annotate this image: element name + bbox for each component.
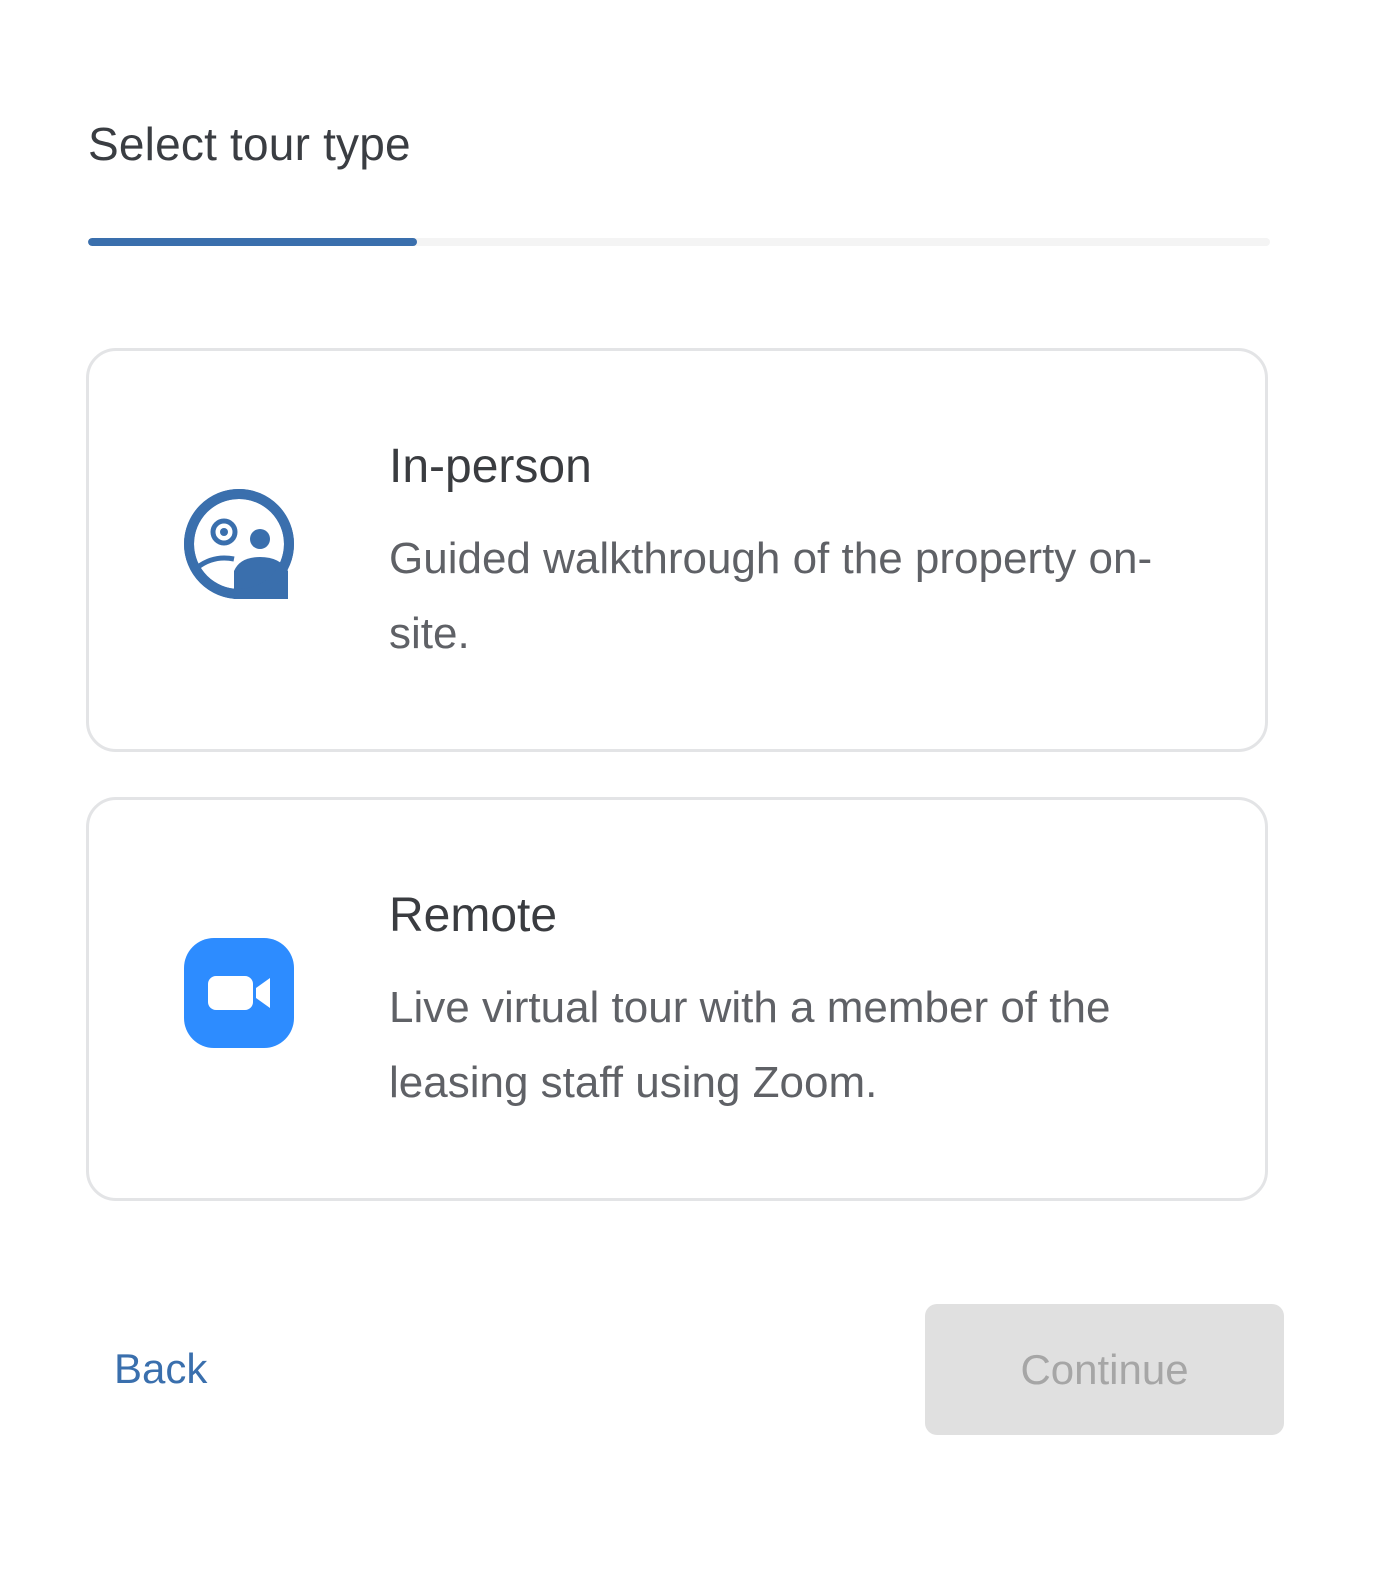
- option-title: Remote: [389, 889, 558, 942]
- continue-button[interactable]: Continue: [925, 1304, 1284, 1435]
- tour-option-in-person[interactable]: In-person Guided walkthrough of the prop…: [86, 348, 1268, 752]
- in-person-tour-icon: [184, 489, 294, 599]
- option-title: In-person: [389, 440, 592, 493]
- page-title: Select tour type: [88, 118, 411, 170]
- tour-type-page: Select tour type In-person Guided walkth…: [0, 0, 1378, 1591]
- progress-bar-fill: [88, 238, 417, 246]
- tour-option-remote[interactable]: Remote Live virtual tour with a member o…: [86, 797, 1268, 1201]
- option-description: Guided walkthrough of the property on-si…: [389, 534, 1153, 658]
- back-button[interactable]: Back: [114, 1340, 207, 1398]
- zoom-video-icon: [184, 938, 294, 1048]
- option-description: Live virtual tour with a member of the l…: [389, 983, 1111, 1107]
- progress-bar: [88, 238, 1270, 246]
